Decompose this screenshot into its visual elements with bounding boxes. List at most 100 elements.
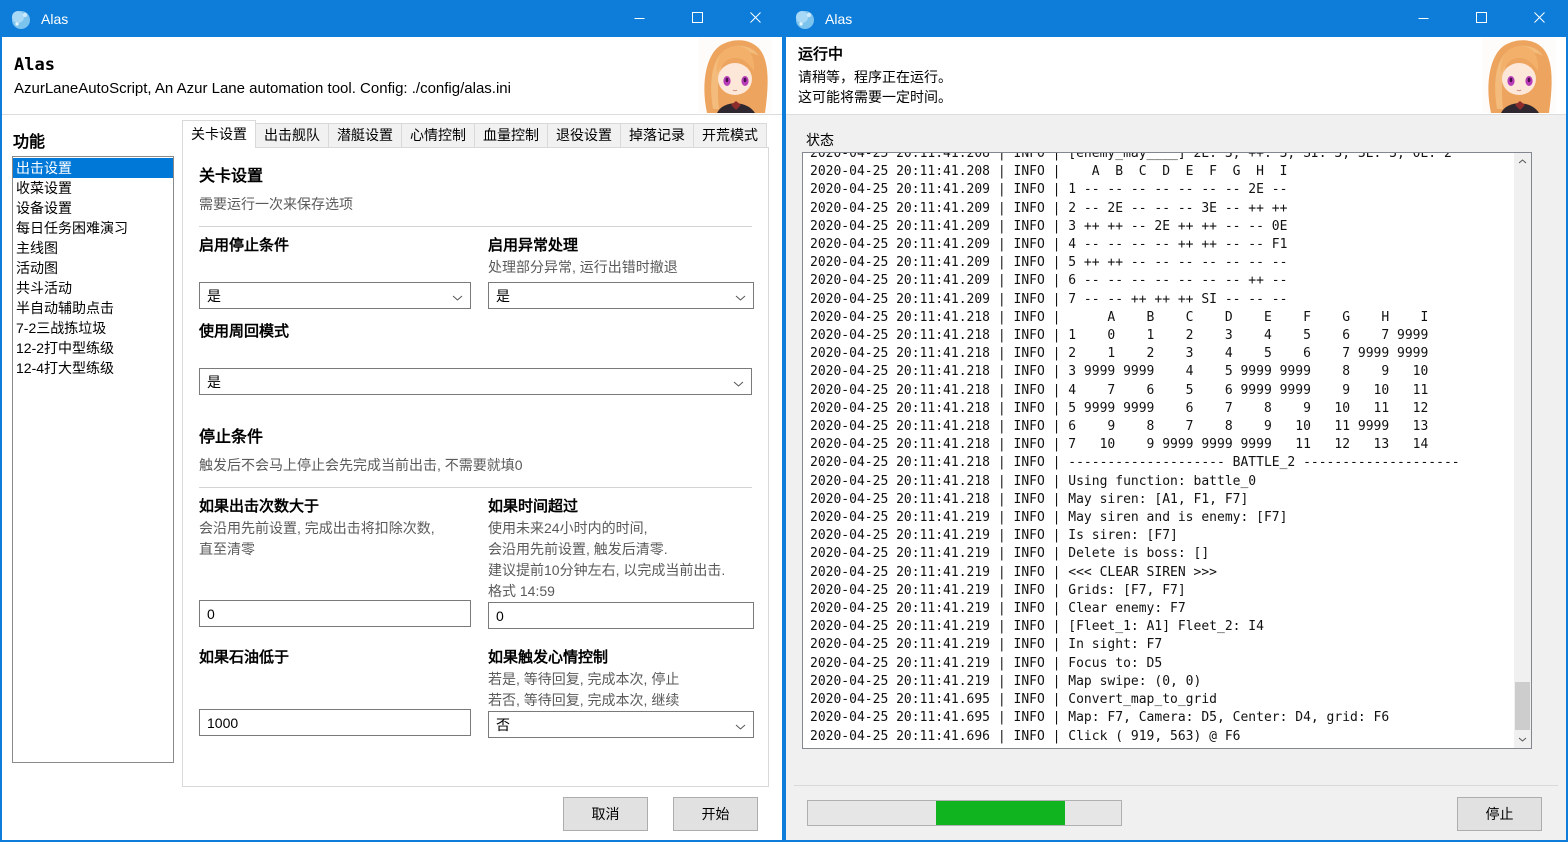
minimize-icon xyxy=(1418,10,1429,28)
loop-mode-help xyxy=(199,343,752,368)
log-line: 2020-04-25 20:11:41.218 | INFO | 2 1 2 3… xyxy=(810,345,1531,363)
tab[interactable]: 心情控制 xyxy=(401,123,475,148)
sidebar-item[interactable]: 12-4打大型练级 xyxy=(13,358,173,378)
window-header: 运行中 请稍等，程序正在运行。 这可能将需要一定时间。 xyxy=(786,37,1566,115)
enable-stop-select[interactable]: 是 xyxy=(199,282,471,309)
log-box[interactable]: 2020-04-25 20:11:41.208 | INFO | [enemy_… xyxy=(802,152,1532,749)
task-list[interactable]: 出击设置收菜设置设备设置每日任务困难演习主线图活动图共斗活动半自动辅助点击7-2… xyxy=(12,156,174,763)
log-line: 2020-04-25 20:11:41.209 | INFO | 2 -- 2E… xyxy=(810,200,1531,218)
if-emotion-select[interactable]: 否 xyxy=(488,711,754,738)
sidebar-item[interactable]: 设备设置 xyxy=(13,198,173,218)
page-subtitle: AzurLaneAutoScript, An Azur Lane automat… xyxy=(14,80,511,97)
if-count-help: 会沿用先前设置, 完成出击将扣除次数, 直至清零 xyxy=(199,518,471,600)
log-line: 2020-04-25 20:11:41.695 | INFO | Map: F7… xyxy=(810,709,1531,727)
enable-exception-value: 是 xyxy=(496,286,510,306)
log-line: 2020-04-25 20:11:41.218 | INFO | 7 10 9 … xyxy=(810,436,1531,454)
scroll-down-icon[interactable] xyxy=(1514,731,1531,748)
maximize-button[interactable] xyxy=(1452,0,1510,37)
enable-exception-label: 启用异常处理 xyxy=(488,235,754,257)
loop-mode-value: 是 xyxy=(207,372,221,392)
if-time-input[interactable] xyxy=(488,602,754,629)
log-line: 2020-04-25 20:11:41.218 | INFO | -------… xyxy=(810,454,1531,472)
stop-section-heading: 停止条件 xyxy=(199,423,752,447)
start-button[interactable]: 开始 xyxy=(673,797,758,831)
scroll-up-icon[interactable] xyxy=(1514,153,1531,170)
cancel-button[interactable]: 取消 xyxy=(563,797,648,831)
sidebar-item[interactable]: 12-2打中型练级 xyxy=(13,338,173,358)
log-line: 2020-04-25 20:11:41.219 | INFO | Focus t… xyxy=(810,655,1531,673)
minimize-button[interactable] xyxy=(1394,0,1452,37)
log-line: 2020-04-25 20:11:41.219 | INFO | Is sire… xyxy=(810,527,1531,545)
log-line: 2020-04-25 20:11:41.218 | INFO | 6 9 8 7… xyxy=(810,418,1531,436)
sidebar-item[interactable]: 7-2三战拣垃圾 xyxy=(13,318,173,338)
log-line: 2020-04-25 20:11:41.209 | INFO | 3 ++ ++… xyxy=(810,218,1531,236)
tab[interactable]: 退役设置 xyxy=(547,123,621,148)
if-emotion-help: 若是, 等待回复, 完成本次, 停止 若否, 等待回复, 完成本次, 继续 xyxy=(488,669,754,711)
scrollbar-thumb[interactable] xyxy=(1515,682,1530,730)
tab-bar: 关卡设置出击舰队潜艇设置心情控制血量控制退役设置掉落记录开荒模式 xyxy=(182,120,767,148)
sidebar-item[interactable]: 收菜设置 xyxy=(13,178,173,198)
divider xyxy=(199,487,752,488)
chevron-down-icon xyxy=(733,374,744,390)
enable-exception-help: 处理部分异常, 运行出错时撤退 xyxy=(488,257,754,282)
maximize-icon xyxy=(692,10,703,28)
log-line: 2020-04-25 20:11:41.219 | INFO | Grids: … xyxy=(810,582,1531,600)
maximize-icon xyxy=(1476,10,1487,28)
log-scrollbar[interactable] xyxy=(1514,153,1531,748)
sidebar-label: 功能 xyxy=(13,128,45,152)
sidebar-item[interactable]: 出击设置 xyxy=(13,158,173,178)
chevron-down-icon xyxy=(735,288,746,304)
minimize-icon xyxy=(634,10,645,28)
section-heading: 关卡设置 xyxy=(199,162,752,186)
tab[interactable]: 出击舰队 xyxy=(255,123,329,148)
titlebar[interactable]: Alas xyxy=(784,0,1568,37)
log-line: 2020-04-25 20:11:41.219 | INFO | In sigh… xyxy=(810,636,1531,654)
log-line: 2020-04-25 20:11:41.218 | INFO | 3 9999 … xyxy=(810,363,1531,381)
log-line: 2020-04-25 20:11:41.209 | INFO | 7 -- --… xyxy=(810,291,1531,309)
close-button[interactable] xyxy=(726,0,784,37)
tab[interactable]: 掉落记录 xyxy=(620,123,694,148)
chevron-down-icon xyxy=(452,288,463,304)
divider xyxy=(199,226,752,227)
tab-panel: 关卡设置 需要运行一次来保存选项 启用停止条件 是 启用异常处理 处理部分异常,… xyxy=(182,147,769,787)
log-line: 2020-04-25 20:11:41.218 | INFO | Using f… xyxy=(810,473,1531,491)
log-line: 2020-04-25 20:11:41.218 | INFO | A B C D… xyxy=(810,309,1531,327)
enable-stop-help xyxy=(199,257,471,282)
log-line: 2020-04-25 20:11:41.209 | INFO | 1 -- --… xyxy=(810,181,1531,199)
window-runner: Alas 运行中 请稍等，程序正在运行。 这可能将需要一定时间。 状态 2020… xyxy=(784,0,1568,842)
tab[interactable]: 开荒模式 xyxy=(693,123,767,148)
section-help: 需要运行一次来保存选项 xyxy=(199,194,752,214)
tab[interactable]: 血量控制 xyxy=(474,123,548,148)
log-line: 2020-04-25 20:11:41.218 | INFO | 5 9999 … xyxy=(810,400,1531,418)
status-label: 状态 xyxy=(806,130,834,150)
progress-chunk xyxy=(936,801,1064,825)
enable-stop-label: 启用停止条件 xyxy=(199,235,471,257)
sidebar-item[interactable]: 主线图 xyxy=(13,238,173,258)
if-count-input[interactable] xyxy=(199,600,471,627)
sidebar-item[interactable]: 活动图 xyxy=(13,258,173,278)
loop-mode-select[interactable]: 是 xyxy=(199,368,752,395)
sidebar-item[interactable]: 半自动辅助点击 xyxy=(13,298,173,318)
close-button[interactable] xyxy=(1510,0,1568,37)
log-line: 2020-04-25 20:11:41.209 | INFO | 6 -- --… xyxy=(810,272,1531,290)
sidebar-item[interactable]: 共斗活动 xyxy=(13,278,173,298)
log-line: 2020-04-25 20:11:41.219 | INFO | <<< CLE… xyxy=(810,564,1531,582)
log-line: 2020-04-25 20:11:41.208 | INFO | A B C D… xyxy=(810,163,1531,181)
stop-button[interactable]: 停止 xyxy=(1457,797,1542,831)
maximize-button[interactable] xyxy=(668,0,726,37)
log-output: 2020-04-25 20:11:41.208 | INFO | [enemy_… xyxy=(803,152,1531,746)
tab[interactable]: 潜艇设置 xyxy=(328,123,402,148)
titlebar[interactable]: Alas xyxy=(0,0,784,37)
enable-exception-select[interactable]: 是 xyxy=(488,282,754,309)
window-config: Alas Alas AzurLaneAutoScript, An Azur La… xyxy=(0,0,784,842)
running-message: 请稍等，程序正在运行。 这可能将需要一定时间。 xyxy=(798,67,952,107)
log-line: 2020-04-25 20:11:41.209 | INFO | 4 -- --… xyxy=(810,236,1531,254)
runner-body: 状态 2020-04-25 20:11:41.208 | INFO | [ene… xyxy=(786,115,1566,840)
if-oil-input[interactable] xyxy=(199,709,471,736)
sidebar-item[interactable]: 每日任务困难演习 xyxy=(13,218,173,238)
tab[interactable]: 关卡设置 xyxy=(182,120,256,148)
minimize-button[interactable] xyxy=(610,0,668,37)
close-icon xyxy=(1534,10,1545,28)
page-title: Alas xyxy=(14,55,511,75)
avatar xyxy=(1482,38,1556,113)
